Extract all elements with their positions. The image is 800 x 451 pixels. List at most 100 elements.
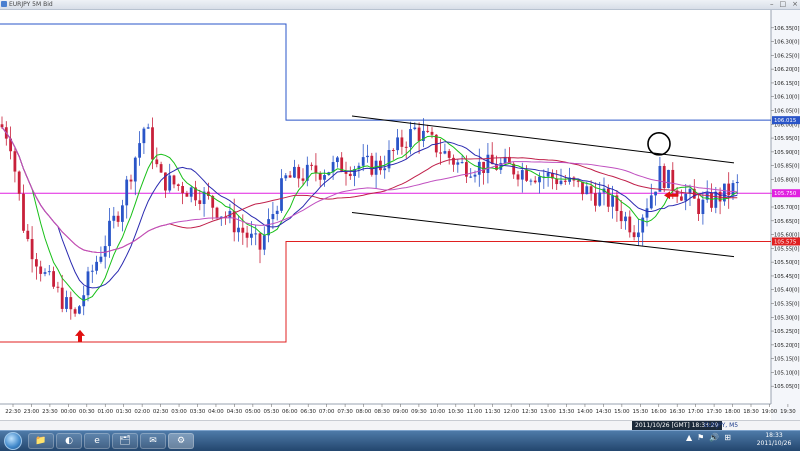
candle-body	[585, 186, 589, 195]
price-label-text: 106.015	[774, 118, 796, 124]
candle-body	[361, 157, 365, 166]
candle-body	[323, 175, 326, 180]
taskbar-explorer-button[interactable]: 🗂	[112, 433, 138, 449]
taskbar-mail-button[interactable]: ✉	[140, 433, 166, 449]
candle-body	[447, 151, 451, 158]
y-tick-label: 105.55[0]	[774, 246, 800, 252]
x-tick-label: 23:30	[42, 409, 58, 415]
candle-body	[611, 195, 614, 207]
candle-body	[370, 155, 374, 175]
y-tick-label: 106.20[0]	[774, 67, 800, 73]
candle-body	[379, 160, 382, 171]
price-chart[interactable]: 106.35[0] 106.30[0] 106.25[0] 106.20[0] 106.…	[0, 10, 800, 420]
candle-body	[90, 270, 94, 272]
candle-body	[714, 191, 718, 208]
candle-body	[667, 169, 670, 189]
candle-body	[559, 180, 563, 185]
candle-body	[735, 181, 739, 184]
y-tick-label: 106.10[0]	[774, 95, 800, 101]
candle-body	[108, 220, 111, 247]
candle-body	[594, 193, 597, 206]
y-tick-label: 106.30[0]	[774, 40, 800, 46]
x-tick-label: 03:30	[190, 409, 206, 415]
x-tick-label: 02:00	[134, 409, 150, 415]
taskbar-clock[interactable]: 18:33 2011/10/26	[756, 432, 792, 448]
candle-body	[215, 207, 219, 218]
x-tick-label: 05:30	[264, 409, 280, 415]
x-tick-label: 04:30	[227, 409, 243, 415]
x-tick-label: 07:00	[319, 409, 335, 415]
system-tray: ▲ ⚑ 🔊 ⊞	[686, 433, 731, 442]
tray-flag-icon[interactable]: ⚑	[697, 433, 704, 442]
x-tick-label: 10:30	[448, 409, 464, 415]
candle-body	[232, 211, 236, 233]
candle-body	[258, 233, 262, 250]
candle-body	[176, 184, 180, 186]
candle-body	[637, 232, 640, 238]
candle-body	[133, 157, 137, 182]
candle-body	[525, 170, 528, 181]
candle-body	[121, 205, 124, 222]
candle-body	[520, 170, 524, 180]
candle-body	[129, 179, 133, 182]
x-tick-label: 07:30	[337, 409, 353, 415]
x-tick-label: 16:00	[651, 409, 667, 415]
candle-body	[409, 129, 412, 148]
candle-body	[718, 191, 722, 202]
minimize-button[interactable]: –	[770, 0, 774, 9]
x-tick-label: 15:00	[614, 409, 630, 415]
taskbar-trading-button[interactable]: ⚙	[168, 433, 194, 449]
candle-body	[473, 174, 477, 177]
candle-body	[159, 164, 163, 173]
start-button[interactable]	[4, 432, 22, 450]
candle-body	[35, 259, 38, 267]
candle-body	[310, 164, 313, 166]
x-tick-label: 06:00	[282, 409, 298, 415]
candle-body	[65, 297, 68, 309]
x-tick-label: 01:30	[116, 409, 132, 415]
tray-volume-icon[interactable]: 🔊	[709, 433, 719, 442]
close-button[interactable]: ×	[792, 0, 798, 9]
tray-up-arrow-icon[interactable]: ▲	[686, 433, 692, 442]
taskbar-folder-button[interactable]: 📁	[28, 433, 54, 449]
y-tick-label: 105.70[0]	[774, 205, 800, 211]
taskbar-ie-button[interactable]: e	[84, 433, 110, 449]
x-tick-label: 11:30	[485, 409, 501, 415]
clock-time: 18:33	[765, 432, 783, 439]
window-title-bar[interactable]: EURJPY 5M Bid – □ ×	[0, 0, 800, 10]
candle-body	[482, 161, 485, 173]
candle-body	[155, 159, 159, 165]
candle-body	[697, 198, 700, 215]
candle-body	[589, 186, 593, 194]
candle-body	[138, 143, 141, 158]
candle-body	[391, 150, 395, 152]
candle-body	[366, 155, 369, 158]
tray-network-icon[interactable]: ⊞	[724, 433, 731, 442]
x-tick-label: 23:00	[24, 409, 40, 415]
y-tick-label: 105.20[0]	[774, 343, 800, 349]
window-title: EURJPY 5M Bid	[9, 1, 53, 8]
candle-body	[529, 180, 533, 182]
candle-body	[581, 181, 584, 195]
candle-body	[198, 200, 202, 204]
x-tick-label: 14:00	[577, 409, 593, 415]
candle-body	[56, 286, 60, 288]
clock-date: 2011/10/26	[756, 440, 792, 447]
candle-body	[658, 166, 662, 192]
candle-body	[22, 193, 25, 231]
candle-body	[598, 192, 602, 206]
candle-body	[99, 256, 103, 262]
candle-body	[671, 169, 675, 191]
candle-body	[430, 131, 434, 135]
chart-background	[0, 10, 800, 420]
candle-body	[30, 239, 34, 260]
candle-body	[60, 287, 64, 309]
candle-body	[649, 195, 653, 209]
x-tick-label: 18:30	[743, 409, 759, 415]
candle-body	[52, 271, 55, 287]
y-tick-label: 105.35[0]	[774, 302, 800, 308]
y-tick-label: 105.25[0]	[774, 329, 800, 335]
maximize-button[interactable]: □	[780, 0, 787, 9]
price-label-text: 105.575	[774, 239, 796, 245]
taskbar-media-button[interactable]: ◐	[56, 433, 82, 449]
